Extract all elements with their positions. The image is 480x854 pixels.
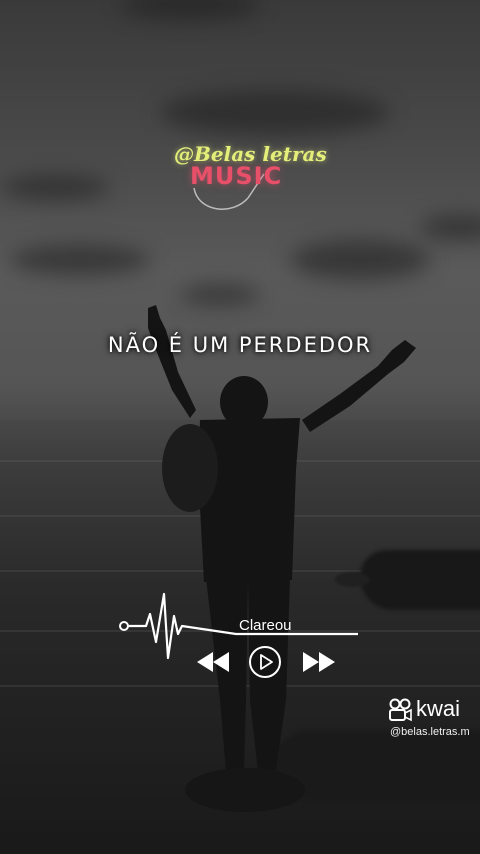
music-player: Clareou [118,576,362,686]
play-icon[interactable] [248,645,282,679]
rewind-icon[interactable] [196,650,230,674]
channel-watermark: @Belas letras MUSIC [168,138,327,228]
kwai-branding: kwai @belas.letras.m [388,696,478,746]
lyric-caption: NÃO É UM PERDEDOR [107,333,373,357]
kwai-wordmark: kwai [416,696,461,721]
kwai-logo-icon [389,698,412,722]
song-title: Clareou [239,617,292,634]
video-frame: @Belas letras MUSIC NÃO É UM PERDEDOR Cl… [0,0,480,854]
watermark-music-label: MUSIC [190,162,283,190]
fast-forward-icon[interactable] [302,650,336,674]
creator-username: @belas.letras.m [390,726,470,738]
